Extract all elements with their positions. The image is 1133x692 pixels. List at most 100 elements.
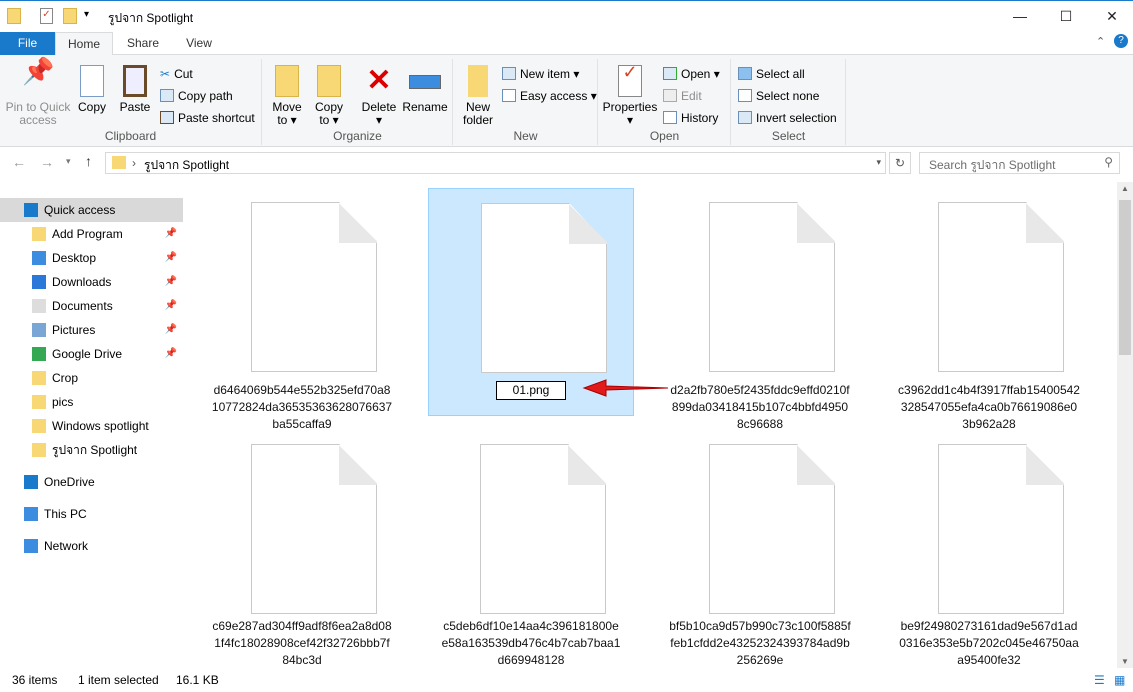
pin-icon[interactable]: 📌 (165, 270, 177, 294)
tab-home[interactable]: Home (55, 32, 113, 56)
help-icon[interactable]: ? (1114, 34, 1128, 48)
maximize-button[interactable]: ☐ (1043, 1, 1089, 31)
sidebar-item[interactable]: Crop (0, 366, 183, 390)
file-tile[interactable]: d6464069b544e552b325efd70a810772824da365… (199, 188, 405, 431)
sidebar-item[interactable]: Add Program 📌 (0, 222, 183, 246)
sidebar-item[interactable]: Downloads 📌 (0, 270, 183, 294)
copy-to-button[interactable]: Copy to ▾ (309, 65, 349, 127)
copy-path-button[interactable]: Copy path (160, 89, 233, 103)
pin-icon[interactable]: 📌 (165, 318, 177, 342)
file-name: bf5b10ca9d57b990c73c100f5885ffeb1cfdd2e4… (669, 619, 851, 667)
collapse-ribbon-icon[interactable]: ⌃ (1096, 35, 1105, 48)
sidebar-item[interactable]: Windows spotlight (0, 414, 183, 438)
folder-icon (32, 299, 46, 313)
new-folder-button[interactable]: New folder (458, 65, 498, 127)
edit-icon (663, 89, 677, 102)
pin-icon[interactable]: 📌 (165, 294, 177, 318)
tab-view[interactable]: View (172, 32, 226, 55)
recent-locations-button[interactable]: ▾ (66, 156, 71, 167)
sidebar-item-label: This PC (44, 507, 87, 521)
scissors-icon: ✂ (160, 67, 171, 81)
sidebar-item-label: Pictures (52, 323, 96, 337)
pin-icon[interactable]: 📌 (165, 342, 177, 366)
delete-button[interactable]: ✕ Delete ▾ (357, 65, 401, 127)
minimize-button[interactable]: — (997, 1, 1043, 31)
details-view-button[interactable]: ☰ (1094, 668, 1105, 692)
invert-selection-button[interactable]: Invert selection (738, 111, 837, 125)
rename-button[interactable]: Rename (401, 65, 449, 114)
select-all-button[interactable]: Select all (738, 67, 805, 81)
copy-path-icon (160, 89, 174, 102)
customize-qa-icon[interactable]: ▾ (84, 9, 89, 20)
cut-button[interactable]: ✂ Cut (160, 67, 193, 81)
sidebar-item[interactable]: Google Drive 📌 (0, 342, 183, 366)
search-input[interactable]: Search รูปจาก Spotlight ⚲ (919, 152, 1120, 174)
new-folder-qa-icon[interactable] (63, 8, 77, 24)
tab-file[interactable]: File (0, 32, 55, 55)
sidebar-item[interactable]: Quick access (0, 198, 183, 222)
paste-button[interactable]: Paste (116, 65, 154, 114)
location-icon (24, 539, 38, 553)
file-tile[interactable]: be9f24980273161dad9e567d1ad0316e353e5b72… (886, 430, 1092, 667)
scrollbar-thumb[interactable] (1119, 200, 1131, 355)
address-input[interactable]: › รูปจาก Spotlight ▾ (105, 152, 886, 174)
pin-icon[interactable]: 📌 (165, 246, 177, 270)
sidebar-item-label: Add Program (52, 227, 123, 241)
paste-shortcut-button[interactable]: Paste shortcut (160, 111, 255, 125)
sidebar-item[interactable]: Documents 📌 (0, 294, 183, 318)
copy-to-icon (317, 65, 341, 97)
properties-button[interactable]: ✓ Properties ▾ (601, 63, 659, 127)
file-view: d6464069b544e552b325efd70a810772824da365… (185, 182, 1117, 668)
breadcrumb-current[interactable]: รูปจาก Spotlight (144, 156, 229, 175)
search-icon: ⚲ (1104, 155, 1113, 169)
pin-icon[interactable]: 📌 (165, 222, 177, 246)
copy-button[interactable]: Copy (74, 65, 110, 114)
rename-icon (409, 75, 441, 89)
history-button[interactable]: History (663, 111, 718, 125)
star-icon (24, 203, 38, 217)
page-fold (1026, 202, 1064, 243)
easy-access-icon (502, 89, 516, 102)
item-count: 36 items (12, 673, 58, 687)
file-tile[interactable]: d2a2fb780e5f2435fddc9effd0210f899da03418… (657, 188, 863, 431)
select-none-button[interactable]: Select none (738, 89, 819, 103)
close-button[interactable]: ✕ (1089, 1, 1133, 31)
organize-label: Organize (333, 129, 382, 143)
rename-input[interactable]: 01.png (496, 381, 566, 400)
file-tile[interactable]: bf5b10ca9d57b990c73c100f5885ffeb1cfdd2e4… (657, 430, 863, 667)
sidebar-item[interactable]: OneDrive (0, 470, 183, 494)
scroll-down-arrow[interactable]: ▼ (1117, 657, 1133, 666)
page-fold (568, 444, 606, 485)
sidebar-item[interactable]: รูปจาก Spotlight (0, 438, 183, 462)
pin-quick-access-button[interactable]: 📌 Pin to Quick access (4, 56, 72, 127)
refresh-button[interactable]: ↻ (889, 152, 911, 174)
back-button[interactable]: ← (12, 154, 26, 170)
address-dropdown-button[interactable]: ▾ (876, 157, 881, 168)
sidebar-item[interactable]: Pictures 📌 (0, 318, 183, 342)
history-icon (663, 111, 677, 124)
file-tile[interactable]: c5deb6df10e14aa4c396181800ee58a163539db4… (428, 430, 634, 667)
sidebar-item-label: Network (44, 539, 89, 553)
open-button[interactable]: Open ▾ (663, 67, 720, 81)
pin-icon: 📌 (22, 56, 55, 86)
edit-button[interactable]: Edit (663, 89, 702, 103)
tab-share[interactable]: Share (116, 32, 170, 55)
clipboard-group: 📌 Pin to Quick access Copy Paste ✂ Cut Cop… (0, 56, 262, 145)
large-icons-view-button[interactable]: ▦ (1114, 668, 1125, 692)
file-tile[interactable]: c69e287ad304ff9adf8f6ea2a8d081f4fc180289… (199, 430, 405, 667)
clipboard-label: Clipboard (104, 129, 157, 143)
file-tile[interactable]: c3962dd1c4b4f3917ffab15400542328547055ef… (886, 188, 1092, 431)
sidebar-item[interactable]: pics (0, 390, 183, 414)
sidebar-item[interactable]: Network (0, 534, 183, 558)
select-all-icon (738, 67, 752, 80)
sidebar-item[interactable]: This PC (0, 502, 183, 526)
forward-button[interactable]: → (40, 154, 54, 170)
up-button[interactable]: ↑ (85, 153, 92, 169)
new-item-button[interactable]: New item ▾ (502, 67, 579, 81)
properties-qa-icon[interactable]: ✓ (40, 8, 53, 24)
move-to-button[interactable]: Move to ▾ (267, 65, 307, 127)
sidebar-item[interactable]: Desktop 📌 (0, 246, 183, 270)
sidebar-item-label: Documents (52, 299, 113, 313)
easy-access-button[interactable]: Easy access ▾ (502, 89, 597, 103)
scroll-up-arrow[interactable]: ▲ (1117, 184, 1133, 193)
